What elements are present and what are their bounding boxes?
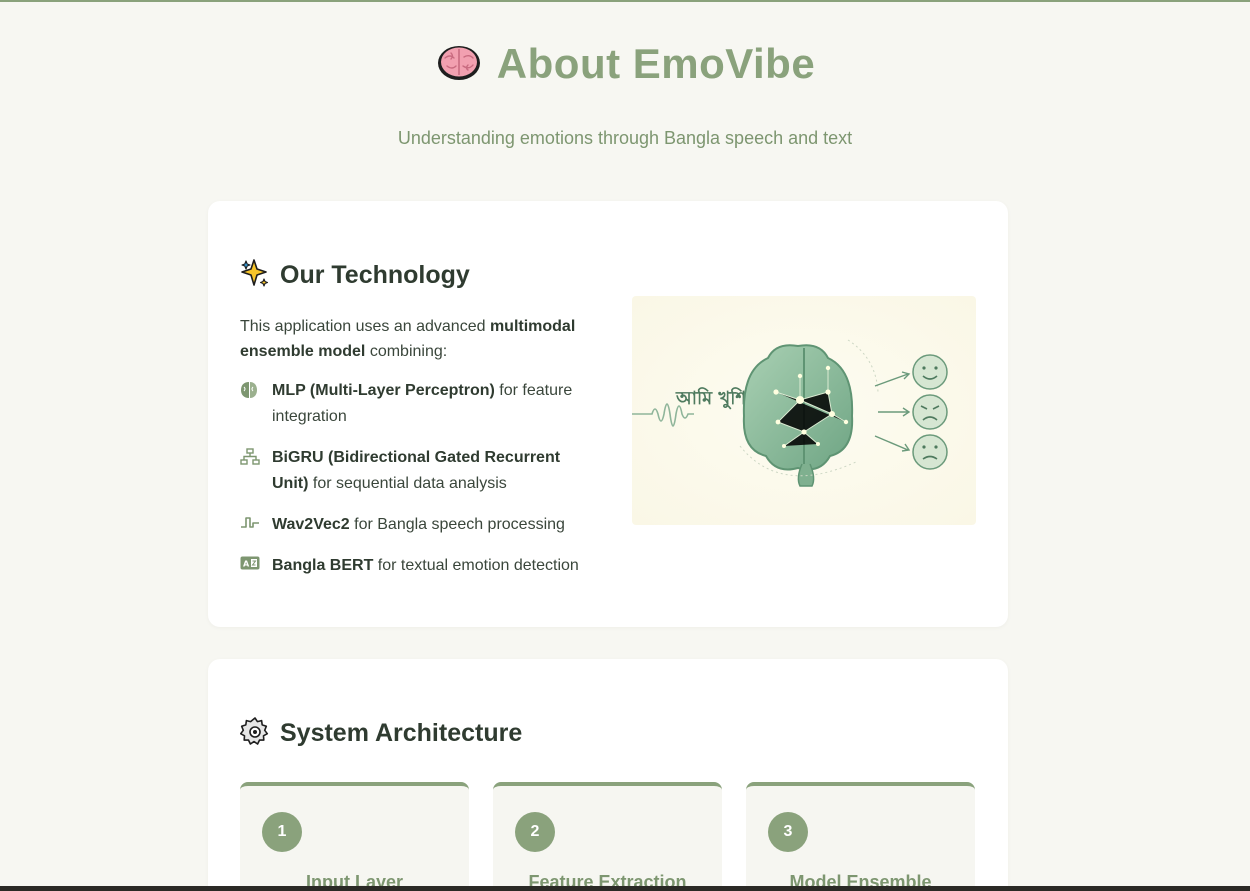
list-item-bangla-bert: A Bangla BERT for textual emotion detect… bbox=[240, 553, 590, 579]
brain-half-icon bbox=[240, 378, 272, 404]
item-desc: for textual emotion detection bbox=[373, 557, 579, 574]
item-desc: for sequential data analysis bbox=[308, 475, 507, 492]
list-item-text: Wav2Vec2 for Bangla speech processing bbox=[272, 512, 565, 538]
square-wave-icon bbox=[240, 512, 272, 536]
architecture-card: System Architecture 1 Input Layer 2 Feat… bbox=[208, 659, 1008, 891]
list-item-mlp: MLP (Multi-Layer Perceptron) for feature… bbox=[240, 378, 590, 430]
brain-emoji-icon bbox=[435, 42, 483, 87]
item-name: Bangla BERT bbox=[272, 557, 374, 574]
intro-text: This application uses an advanced bbox=[240, 318, 490, 335]
step-card-input-layer: 1 Input Layer bbox=[240, 782, 469, 891]
architecture-heading: System Architecture bbox=[239, 716, 523, 751]
page-title: About EmoVibe bbox=[496, 40, 816, 87]
item-name: Wav2Vec2 bbox=[272, 516, 350, 533]
list-item-text: BiGRU (Bidirectional Gated Recurrent Uni… bbox=[272, 445, 590, 497]
technology-list: MLP (Multi-Layer Perceptron) for feature… bbox=[240, 378, 590, 594]
technology-intro: This application uses an advanced multim… bbox=[240, 314, 590, 364]
sparkles-icon bbox=[240, 258, 270, 293]
emotion-brain-illustration: আমি খুশি bbox=[632, 296, 976, 525]
page-subtitle: Understanding emotions through Bangla sp… bbox=[397, 128, 853, 148]
step-card-model-ensemble: 3 Model Ensemble bbox=[746, 782, 975, 891]
page-header: About EmoVibe bbox=[0, 40, 1250, 88]
item-desc: for Bangla speech processing bbox=[349, 516, 565, 533]
item-name: MLP (Multi-Layer Perceptron) bbox=[272, 382, 495, 399]
step-number-badge: 1 bbox=[262, 812, 302, 852]
technology-title: Our Technology bbox=[280, 261, 470, 289]
bangla-text-label: আমি খুশি bbox=[675, 387, 747, 409]
step-number-badge: 2 bbox=[515, 812, 555, 852]
gear-icon bbox=[239, 716, 270, 751]
step-number-badge: 3 bbox=[768, 812, 808, 852]
emotion-faces bbox=[912, 354, 948, 470]
network-diagram-icon bbox=[240, 445, 272, 471]
step-card-feature-extraction: 2 Feature Extraction bbox=[493, 782, 722, 891]
list-item-text: Bangla BERT for textual emotion detectio… bbox=[272, 553, 579, 579]
technology-heading: Our Technology bbox=[240, 258, 470, 293]
top-accent-rule bbox=[0, 0, 1250, 2]
intro-text-end: combining: bbox=[365, 343, 448, 360]
list-item-bigru: BiGRU (Bidirectional Gated Recurrent Uni… bbox=[240, 445, 590, 497]
translate-card-icon: A bbox=[240, 553, 272, 575]
list-item-text: MLP (Multi-Layer Perceptron) for feature… bbox=[272, 378, 590, 430]
svg-text:A: A bbox=[243, 560, 250, 569]
architecture-title: System Architecture bbox=[280, 719, 523, 747]
list-item-wav2vec2: Wav2Vec2 for Bangla speech processing bbox=[240, 512, 590, 538]
technology-card: Our Technology This application uses an … bbox=[208, 201, 1008, 627]
bottom-edge-rule bbox=[0, 886, 1250, 891]
